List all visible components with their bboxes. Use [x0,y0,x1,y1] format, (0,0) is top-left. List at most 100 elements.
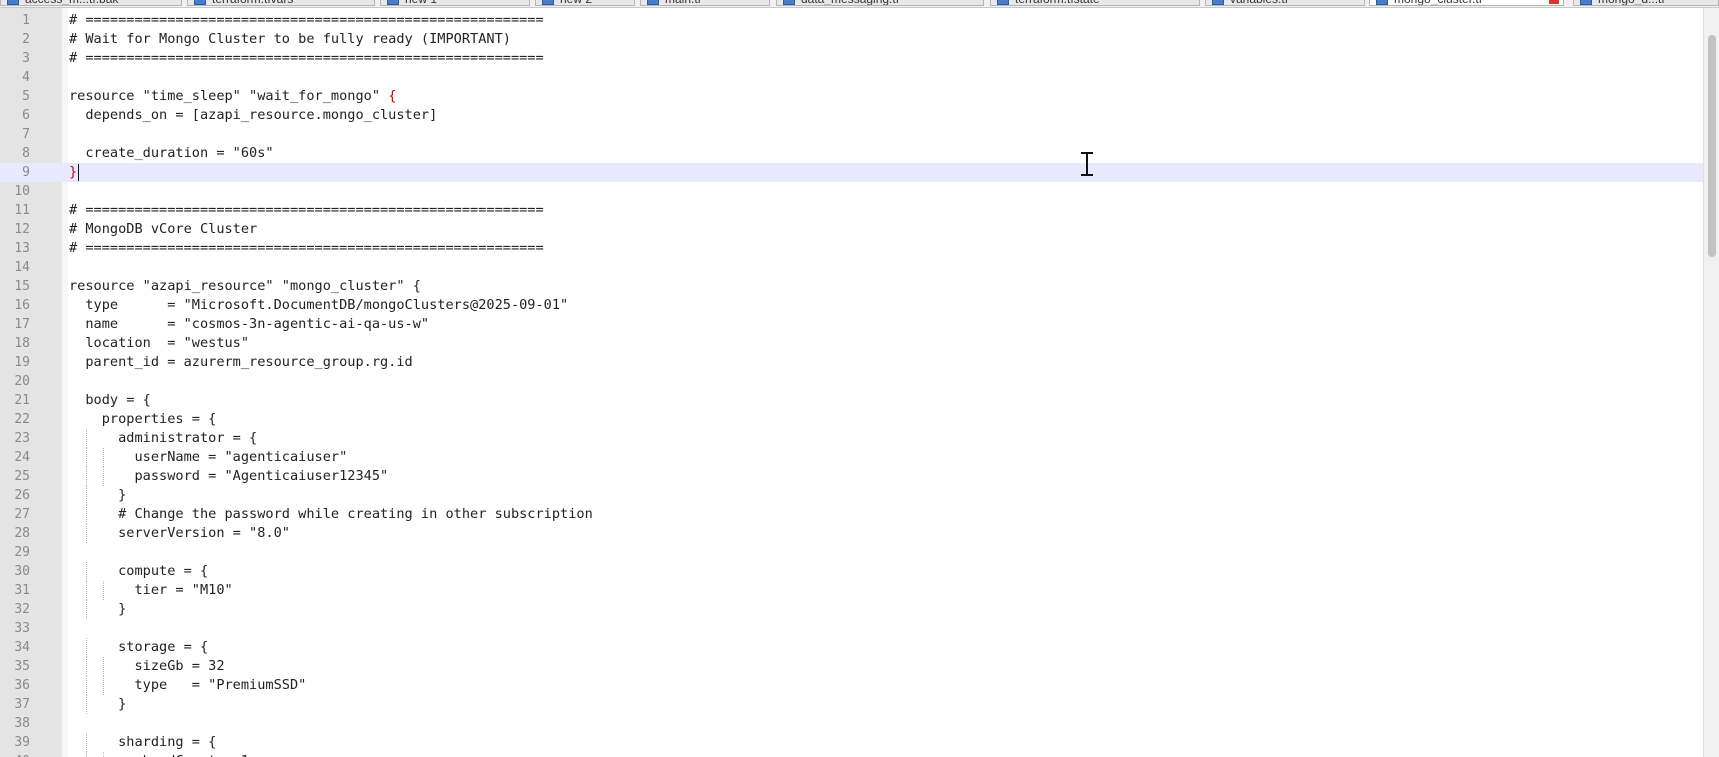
line-number: 6 [22,108,30,123]
code-content: resource "time_sleep" "wait_for_mongo" [69,88,389,104]
code-line[interactable]: 2 # Wait for Mongo Cluster to be fully re… [0,30,1703,49]
tab-1[interactable]: terraform.tfvars [187,0,375,6]
code-content: # ======================================… [69,240,544,256]
code-line[interactable]: 28 serverVersion = "8.0" [0,524,1703,543]
code-line[interactable]: 26 } [0,486,1703,505]
code-content: location = "westus" [69,335,250,351]
code-line[interactable]: 39 sharding = { [0,733,1703,752]
code-line[interactable]: 12 # MongoDB vCore Cluster [0,220,1703,239]
code-line[interactable]: 24 userName = "agenticaiuser" [0,448,1703,467]
tab-label: variables.tf [1230,0,1288,5]
tab-5[interactable]: data_messaging.tf [776,0,984,6]
code-content: compute = { [69,563,209,579]
code-text: name = "cosmos-3n-agentic-ai-qa-us-w" [69,315,429,334]
code-line[interactable]: 31 tier = "M10" [0,581,1703,600]
code-line[interactable]: 13 # ====================================… [0,239,1703,258]
file-icon [783,0,795,5]
code-line[interactable]: 21 body = { [0,391,1703,410]
code-line[interactable]: 1 # =====================================… [0,11,1703,30]
code-line[interactable]: 16 type = "Microsoft.DocumentDB/mongoClu… [0,296,1703,315]
line-number: 1 [22,13,30,28]
line-number: 38 [14,716,30,731]
code-line[interactable]: 9} [0,163,1703,182]
tab-label: main.tf [665,0,701,5]
code-text: properties = { [69,410,217,429]
code-content: parent_id = azurerm_resource_group.rg.id [69,354,413,370]
line-number: 7 [22,127,30,142]
code-text: sizeGb = 32 [69,657,224,676]
text-cursor-icon [1081,152,1093,176]
tab-9[interactable]: mongo_d...tf [1573,0,1719,6]
code-line[interactable]: 3 # =====================================… [0,49,1703,68]
code-text: create_duration = "60s" [69,144,273,163]
code-text: } [69,600,126,619]
code-line[interactable]: 14 [0,258,1703,277]
close-tab-icon[interactable] [1549,0,1559,4]
code-line[interactable]: 37 } [0,695,1703,714]
code-text: serverVersion = "8.0" [69,524,290,543]
vertical-scrollbar[interactable] [1703,8,1719,757]
tab-bar: access_m...tf.bak terraform.tfvars new 1 ne… [0,0,1719,8]
code-text: } [69,163,77,182]
code-text: password = "Agenticaiuser12345" [69,467,388,486]
code-text: } [69,486,126,505]
line-number: 13 [14,241,30,256]
code-line[interactable]: 4 [0,68,1703,87]
code-line[interactable]: 17 name = "cosmos-3n-agentic-ai-qa-us-w" [0,315,1703,334]
tab-7[interactable]: variables.tf [1205,0,1365,6]
code-line[interactable]: 7 [0,125,1703,144]
code-line[interactable]: 23 administrator = { [0,429,1703,448]
code-line[interactable]: 15 resource "azapi_resource" "mongo_clust… [0,277,1703,296]
code-text: type = "Microsoft.DocumentDB/mongoCluste… [69,296,568,315]
code-line[interactable]: 36 type = "PremiumSSD" [0,676,1703,695]
code-text: parent_id = azurerm_resource_group.rg.id [69,353,413,372]
code-line[interactable]: 10 [0,182,1703,201]
tab-4[interactable]: main.tf [640,0,770,6]
line-number: 37 [14,697,30,712]
line-number: 23 [14,431,30,446]
code-line[interactable]: 40 shardCount = 1 [0,752,1703,757]
line-number: 9 [22,165,30,180]
code-line[interactable]: 32 } [0,600,1703,619]
code-editor[interactable]: 1 # =====================================… [0,8,1703,757]
tab-8[interactable]: mongo_cluster.tf [1369,0,1564,6]
line-number: 40 [0,752,30,757]
code-line[interactable]: 20 [0,372,1703,391]
tab-label: terraform.tfstate [1015,0,1100,5]
code-line[interactable]: 29 [0,543,1703,562]
code-text: sharding = { [69,733,216,752]
line-number: 30 [14,564,30,579]
code-line[interactable]: 30 compute = { [0,562,1703,581]
code-content: } [69,696,127,712]
code-line[interactable]: 35 sizeGb = 32 [0,657,1703,676]
line-number: 18 [14,336,30,351]
code-line[interactable]: 5 resource "time_sleep" "wait_for_mongo" … [0,87,1703,106]
code-line[interactable]: 18 location = "westus" [0,334,1703,353]
line-number: 14 [14,260,30,275]
code-line[interactable]: 6 depends_on = [azapi_resource.mongo_clu… [0,106,1703,125]
tab-6[interactable]: terraform.tfstate [990,0,1200,6]
tab-2[interactable]: new 1 [380,0,530,6]
code-line[interactable]: 11 # ====================================… [0,201,1703,220]
code-content: # ======================================… [69,50,544,66]
tab-label: data_messaging.tf [801,0,899,5]
tab-0[interactable]: access_m...tf.bak [0,0,182,6]
scrollbar-thumb[interactable] [1708,35,1716,257]
tab-label: mongo_d...tf [1598,0,1665,5]
code-text: storage = { [69,638,208,657]
code-text: # ======================================… [69,239,544,258]
code-line[interactable]: 19 parent_id = azurerm_resource_group.rg… [0,353,1703,372]
code-line[interactable]: 27 # Change the password while creating … [0,505,1703,524]
code-line[interactable]: 22 properties = { [0,410,1703,429]
code-content: password = "Agenticaiuser12345" [69,468,389,484]
code-content: name = "cosmos-3n-agentic-ai-qa-us-w" [69,316,430,332]
code-line[interactable]: 33 [0,619,1703,638]
code-content: depends_on = [azapi_resource.mongo_clust… [69,107,438,123]
code-line[interactable]: 38 [0,714,1703,733]
tab-3[interactable]: new 2 [535,0,635,6]
code-content: # MongoDB vCore Cluster [69,221,258,237]
code-line[interactable]: 25 password = "Agenticaiuser12345" [0,467,1703,486]
code-line[interactable]: 8 create_duration = "60s" [0,144,1703,163]
code-lines[interactable]: 1 # =====================================… [0,11,1703,757]
code-line[interactable]: 34 storage = { [0,638,1703,657]
